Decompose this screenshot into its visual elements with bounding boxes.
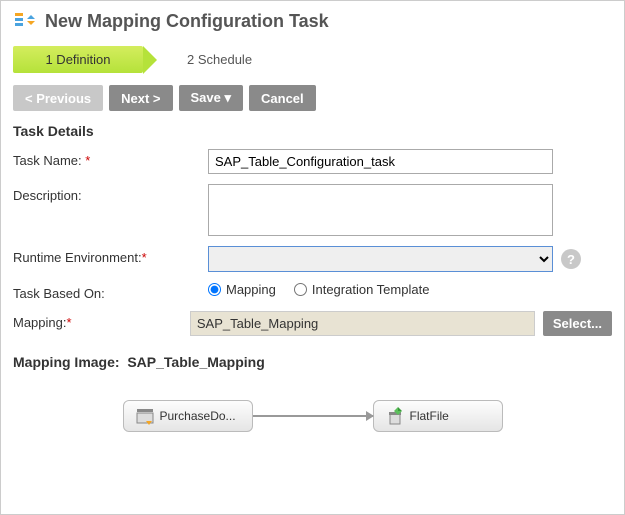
- label-task-based-on: Task Based On:: [13, 282, 208, 301]
- row-description: Description:: [13, 184, 612, 236]
- row-task-based-on: Task Based On: Mapping Integration Templ…: [13, 282, 612, 301]
- wizard-tabs: 1 Definition 2 Schedule: [13, 46, 612, 73]
- button-toolbar: < Previous Next > Save ▾ Cancel: [13, 85, 612, 111]
- section-title: Task Details: [13, 123, 612, 139]
- target-flatfile-icon: [386, 407, 404, 425]
- radio-template[interactable]: Integration Template: [294, 282, 430, 297]
- radio-template-input[interactable]: [294, 283, 307, 296]
- mapping-diagram: PurchaseDo... FlatFile: [13, 400, 612, 432]
- cancel-button[interactable]: Cancel: [249, 85, 316, 111]
- help-icon[interactable]: ?: [561, 249, 581, 269]
- tab-definition[interactable]: 1 Definition: [13, 46, 143, 73]
- radio-mapping-input[interactable]: [208, 283, 221, 296]
- task-name-input[interactable]: [208, 149, 553, 174]
- description-textarea[interactable]: [208, 184, 553, 236]
- row-mapping: Mapping:* SAP_Table_Mapping Select...: [13, 311, 612, 336]
- save-button[interactable]: Save ▾: [179, 85, 244, 111]
- label-mapping: Mapping:*: [13, 311, 190, 330]
- label-runtime-env: Runtime Environment:*: [13, 246, 208, 265]
- label-description: Description:: [13, 184, 208, 203]
- row-runtime-env: Runtime Environment:* ?: [13, 246, 612, 272]
- radio-mapping[interactable]: Mapping: [208, 282, 276, 297]
- page-title: New Mapping Configuration Task: [45, 11, 329, 32]
- runtime-env-select[interactable]: [208, 246, 553, 272]
- row-task-name: Task Name: *: [13, 149, 612, 174]
- page-header: New Mapping Configuration Task: [13, 9, 612, 34]
- target-label: FlatFile: [410, 409, 449, 423]
- radio-group-basedon: Mapping Integration Template: [208, 282, 429, 297]
- next-button[interactable]: Next >: [109, 85, 172, 111]
- diagram-target-node[interactable]: FlatFile: [373, 400, 503, 432]
- diagram-arrow: [253, 415, 373, 417]
- previous-button: < Previous: [13, 85, 103, 111]
- label-task-name: Task Name: *: [13, 149, 208, 168]
- tab-schedule[interactable]: 2 Schedule: [173, 46, 266, 73]
- source-label: PurchaseDo...: [160, 409, 236, 423]
- task-icon: [13, 9, 37, 34]
- select-mapping-button[interactable]: Select...: [543, 311, 612, 336]
- diagram-source-node[interactable]: PurchaseDo...: [123, 400, 253, 432]
- source-table-icon: [136, 407, 154, 425]
- mapping-value: SAP_Table_Mapping: [190, 311, 535, 336]
- mapping-image-title: Mapping Image: SAP_Table_Mapping: [13, 354, 612, 370]
